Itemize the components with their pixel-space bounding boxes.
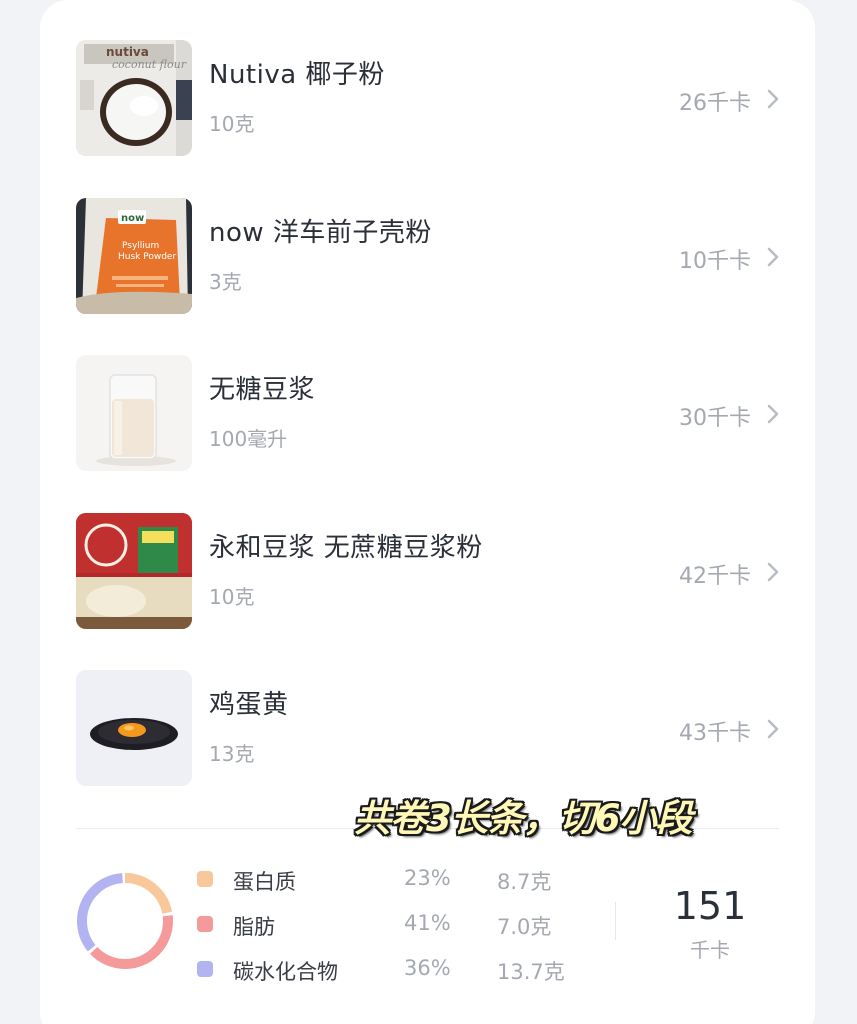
macro-percent: 23% (404, 866, 451, 890)
food-name: 永和豆浆 无蔗糖豆浆粉 (209, 533, 483, 563)
food-image-soy-milk (76, 355, 192, 471)
food-name: Nutiva 椰子粉 (209, 60, 385, 90)
chevron-right-icon (767, 404, 779, 424)
svg-text:nutiva: nutiva (106, 45, 149, 59)
svg-text:now: now (121, 213, 144, 224)
nutrition-summary: 蛋白质 23% 8.7克 脂肪 41% 7.0克 碳水化合物 36% 13.7克… (40, 840, 815, 1000)
chevron-right-icon (767, 562, 779, 582)
food-amount: 3克 (209, 270, 242, 294)
food-kcal: 43千卡 (679, 721, 751, 746)
food-row-egg-yolk[interactable]: 鸡蛋黄 13克 43千卡 (40, 670, 815, 790)
food-name: 无糖豆浆 (209, 375, 316, 405)
macro-name: 蛋白质 (233, 870, 296, 894)
food-row-soy-milk[interactable]: 无糖豆浆 100毫升 30千卡 (40, 355, 815, 475)
food-amount: 10克 (209, 112, 255, 136)
total-kcal-value: 151 (673, 884, 747, 928)
legend-swatch-protein (197, 871, 213, 887)
svg-text:coconut flour: coconut flour (112, 58, 187, 71)
svg-text:Husk Powder: Husk Powder (118, 252, 176, 262)
macro-name: 碳水化合物 (233, 960, 338, 984)
legend-swatch-fat (197, 916, 213, 932)
macro-row-fat: 脂肪 41% 7.0克 (40, 909, 600, 939)
macro-grams: 13.7克 (497, 960, 565, 984)
food-image-soy-milk-powder (76, 513, 192, 629)
food-row-coconut-flour[interactable]: nutiva coconut flour Nutiva 椰子粉 10克 26千卡 (40, 40, 815, 160)
food-image-psyllium-husk: now Psyllium Husk Powder (76, 198, 192, 314)
macro-name: 脂肪 (233, 915, 275, 939)
summary-separator (615, 902, 616, 940)
food-kcal: 10千卡 (679, 249, 751, 274)
food-image-coconut-flour: nutiva coconut flour (76, 40, 192, 156)
macro-percent: 41% (404, 911, 451, 935)
chevron-right-icon (767, 719, 779, 739)
macro-percent: 36% (404, 956, 451, 980)
food-kcal: 30千卡 (679, 406, 751, 431)
food-amount: 13克 (209, 742, 255, 766)
macro-row-protein: 蛋白质 23% 8.7克 (40, 864, 600, 894)
chevron-right-icon (767, 247, 779, 267)
macro-row-carbs: 碳水化合物 36% 13.7克 (40, 954, 600, 984)
food-amount: 10克 (209, 585, 255, 609)
food-name: 鸡蛋黄 (209, 690, 289, 720)
food-kcal: 42千卡 (679, 564, 751, 589)
legend-swatch-carbs (197, 961, 213, 977)
macro-grams: 8.7克 (497, 870, 552, 894)
food-image-egg-yolk (76, 670, 192, 786)
food-name: now 洋车前子壳粉 (209, 218, 432, 248)
food-amount: 100毫升 (209, 427, 288, 451)
svg-text:Psyllium: Psyllium (122, 241, 159, 251)
total-kcal-unit: 千卡 (690, 938, 730, 962)
food-kcal: 26千卡 (679, 91, 751, 116)
food-row-soy-milk-powder[interactable]: 永和豆浆 无蔗糖豆浆粉 10克 42千卡 (40, 513, 815, 633)
macro-grams: 7.0克 (497, 915, 552, 939)
overlay-caption: 共卷3长条，切6小段 (354, 797, 692, 840)
food-row-psyllium-husk[interactable]: now Psyllium Husk Powder now 洋车前子壳粉 3克 1… (40, 198, 815, 318)
chevron-right-icon (767, 89, 779, 109)
meal-card: nutiva coconut flour Nutiva 椰子粉 10克 26千卡 (40, 0, 815, 1024)
